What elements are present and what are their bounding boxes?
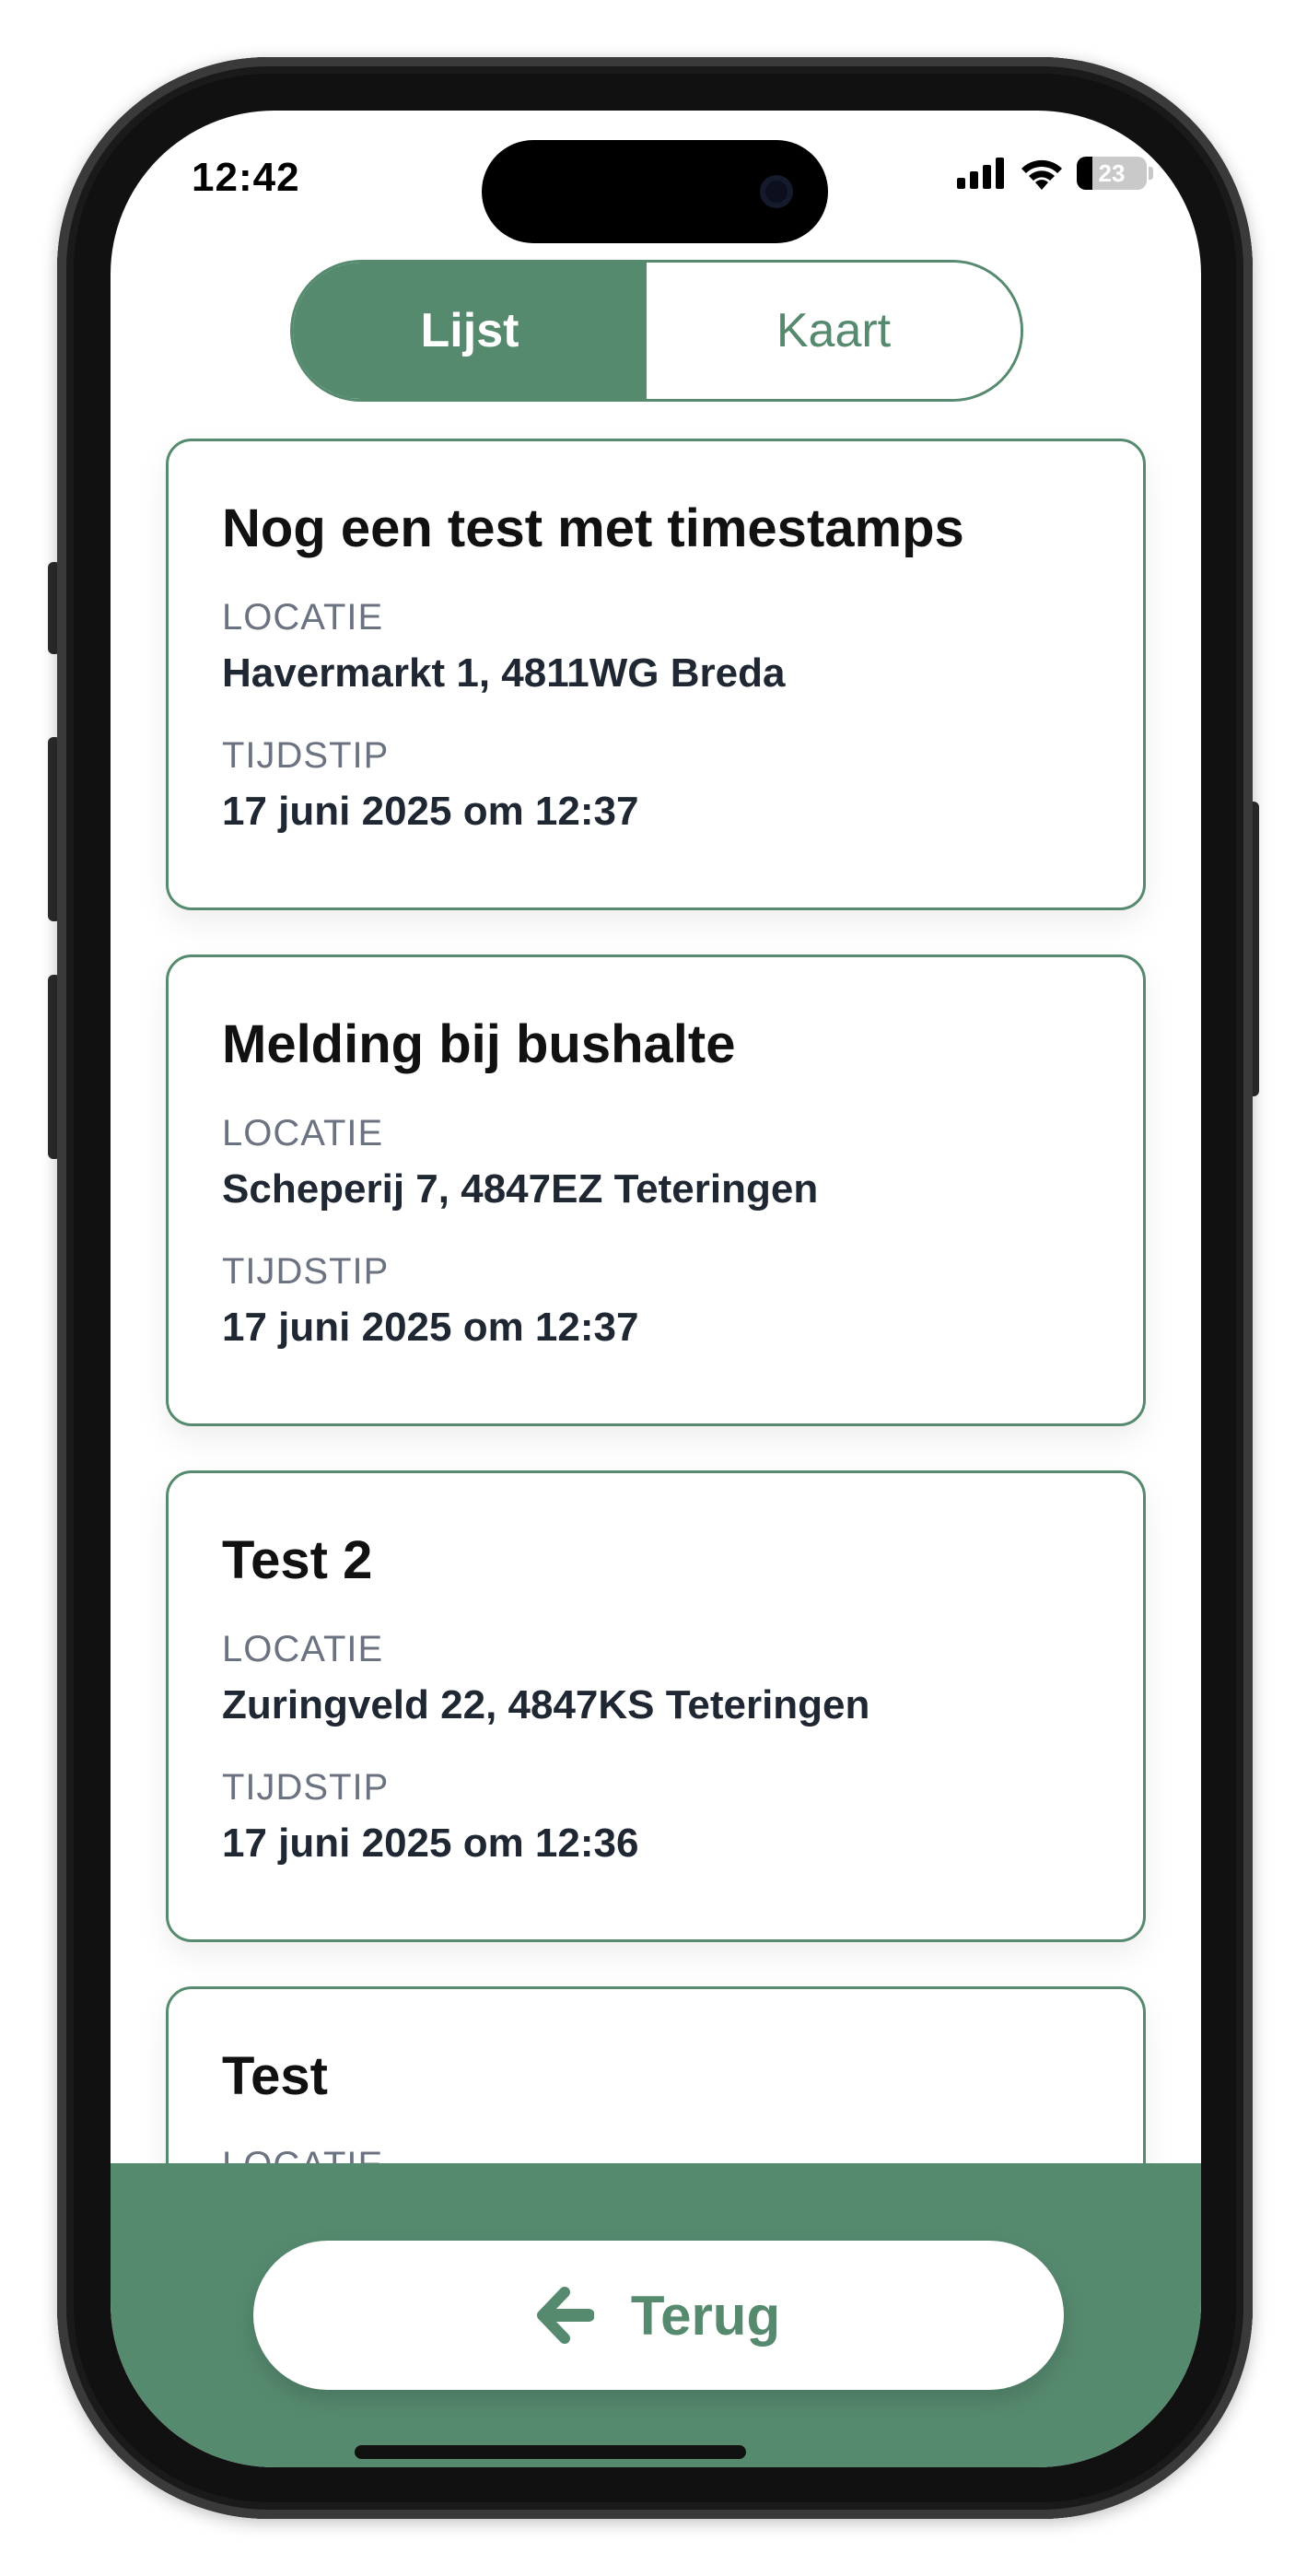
- report-title: Test: [222, 2046, 328, 2106]
- time-label: TIJDSTIP: [222, 1767, 390, 1808]
- location-label: LOCATIE: [222, 1113, 384, 1153]
- report-card[interactable]: Nog een test met timestamps LOCATIE Have…: [166, 439, 1146, 910]
- time-label: TIJDSTIP: [222, 1251, 390, 1292]
- signal-icon: [957, 158, 1004, 189]
- time-value: 17 juni 2025 om 12:36: [222, 1821, 639, 1866]
- wifi-icon: [1021, 159, 1062, 190]
- location-value: Zuringveld 22, 4847KS Teteringen: [222, 1682, 870, 1727]
- report-title: Nog een test met timestamps: [222, 498, 964, 558]
- status-time: 12:42: [192, 155, 300, 200]
- back-button-label: Terug: [630, 2284, 781, 2347]
- location-value: Scheperij 7, 4847EZ Teteringen: [222, 1166, 819, 1212]
- time-value: 17 juni 2025 om 12:37: [222, 1305, 639, 1350]
- arrow-left-icon: [536, 2287, 594, 2344]
- report-card[interactable]: Test 2 LOCATIE Zuringveld 22, 4847KS Tet…: [166, 1470, 1146, 1942]
- location-label: LOCATIE: [222, 597, 384, 638]
- status-icons: 23: [957, 157, 1153, 190]
- back-button[interactable]: Terug: [253, 2241, 1064, 2390]
- report-card[interactable]: Melding bij bushalte LOCATIE Scheperij 7…: [166, 954, 1146, 1426]
- battery-cap: [1149, 167, 1153, 180]
- time-value: 17 juni 2025 om 12:37: [222, 789, 639, 834]
- report-title: Melding bij bushalte: [222, 1014, 736, 1074]
- location-label: LOCATIE: [222, 1629, 384, 1669]
- tab-map[interactable]: Kaart: [647, 263, 1021, 399]
- camera-icon: [760, 175, 793, 208]
- view-toggle: Lijst Kaart: [290, 260, 1023, 402]
- home-indicator[interactable]: [355, 2445, 746, 2459]
- bottom-bar: Terug: [111, 2163, 1201, 2467]
- phone-screen: 12:42 23 Lijst Kaart Nog een test met ti…: [111, 111, 1201, 2467]
- tab-list[interactable]: Lijst: [293, 263, 647, 399]
- battery-icon: 23: [1077, 157, 1147, 190]
- time-label: TIJDSTIP: [222, 735, 390, 776]
- battery-percentage: 23: [1098, 158, 1126, 187]
- location-value: Havermarkt 1, 4811WG Breda: [222, 650, 786, 696]
- dynamic-island: [482, 140, 828, 243]
- report-title: Test 2: [222, 1530, 373, 1590]
